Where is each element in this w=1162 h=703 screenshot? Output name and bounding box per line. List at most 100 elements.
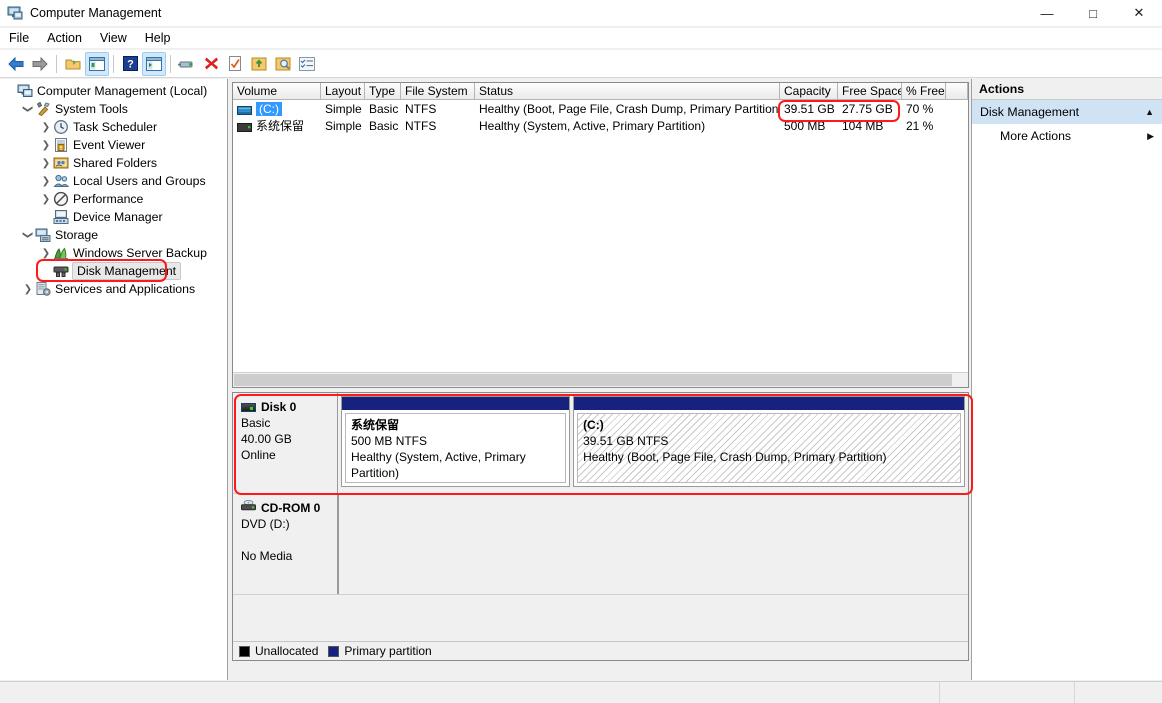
volume-list: Volume Layout Type File System Status Capacit… (232, 82, 969, 388)
legend-unallocated: Unallocated (239, 644, 318, 658)
column-header-volume[interactable]: Volume (233, 83, 321, 99)
legend-primary-label: Primary partition (344, 644, 432, 658)
partition-c[interactable]: (C:) 39.51 GB NTFS Healthy (Boot, Page F… (573, 396, 965, 487)
cell-type: Basic (369, 101, 399, 116)
back-icon[interactable] (4, 52, 28, 76)
delete-icon[interactable] (199, 52, 223, 76)
disk0-title-row: Disk 0 (241, 399, 329, 415)
tree-item-local-users-and-groups[interactable]: ❯ Local Users and Groups (0, 172, 227, 190)
title-bar: Computer Management — □ ✕ (0, 0, 1162, 26)
toolbar: ? (0, 50, 1162, 78)
cdrom0-info[interactable]: CD-ROM 0 DVD (D:) No Media (233, 494, 338, 594)
toolbar-separator (56, 54, 57, 73)
legend-primary-swatch (328, 645, 340, 657)
menu-help[interactable]: Help (136, 29, 180, 47)
cdrom0-empty-area (338, 494, 968, 594)
tree-item-event-viewer[interactable]: ❯ Event Viewer (0, 136, 227, 154)
disk-row-0[interactable]: Disk 0 Basic 40.00 GB Online 系统保留 500 MB… (233, 393, 968, 494)
partition-system-reserved-status: Healthy (System, Active, Primary Partiti… (351, 450, 526, 480)
legend-unallocated-label: Unallocated (255, 644, 319, 658)
properties-icon[interactable] (175, 52, 199, 76)
tree-item-windows-server-backup[interactable]: ❯ Windows Server Backup (0, 244, 227, 262)
chevron-right-icon[interactable]: ❯ (39, 154, 53, 172)
menu-file[interactable]: File (0, 29, 38, 47)
submenu-right-icon[interactable]: ▶ (1147, 131, 1154, 142)
cell-free-space: 27.75 GB (842, 101, 893, 116)
tree-item-label: Event Viewer (73, 138, 146, 152)
export-list-icon[interactable] (247, 52, 271, 76)
action-more-actions[interactable]: More Actions ▶ (972, 124, 1162, 148)
column-header-type[interactable]: Type (365, 83, 401, 99)
computer-icon (17, 83, 33, 99)
column-header-free[interactable]: % Free (902, 83, 946, 99)
column-header-layout[interactable]: Layout (321, 83, 365, 99)
tree-item-storage[interactable]: ❯ Storage (0, 226, 227, 244)
tree-item-disk-management[interactable]: Disk Management (0, 262, 227, 280)
tree-item-label: Performance (73, 192, 144, 206)
tree-item-task-scheduler[interactable]: ❯ Task Scheduler (0, 118, 227, 136)
cdrom-icon (241, 499, 256, 516)
column-header-capacity[interactable]: Capacity (780, 83, 838, 99)
collapse-up-icon[interactable]: ▲ (1145, 107, 1154, 117)
cell-status: Healthy (Boot, Page File, Crash Dump, Pr… (479, 101, 780, 116)
partition-header-bar (342, 397, 570, 410)
cdrom-row-0[interactable]: CD-ROM 0 DVD (D:) No Media (233, 494, 968, 595)
column-header-status[interactable]: Status (475, 83, 780, 99)
hscrollbar-thumb[interactable] (234, 374, 952, 386)
disk0-name: Disk 0 (261, 400, 297, 414)
list-view-icon[interactable] (295, 52, 319, 76)
partition-c-status: Healthy (Boot, Page File, Crash Dump, Pr… (583, 450, 887, 464)
action-disk-management[interactable]: Disk Management ▲ (972, 100, 1162, 124)
chevron-right-icon[interactable]: ❯ (39, 172, 53, 190)
menu-action[interactable]: Action (38, 29, 91, 47)
show-hide-action-pane-icon[interactable] (142, 51, 166, 76)
event-viewer-icon (53, 137, 69, 153)
partition-c-body: (C:) 39.51 GB NTFS Healthy (Boot, Page F… (577, 413, 961, 483)
disk0-size: 40.00 GB (241, 432, 292, 446)
tree-item-performance[interactable]: ❯ Performance (0, 190, 227, 208)
volume-list-hscrollbar[interactable] (233, 372, 968, 387)
cell-percent-free: 21 % (906, 118, 934, 133)
system-tools-icon (35, 101, 51, 117)
status-segment-2 (940, 682, 1075, 703)
tree-item-shared-folders[interactable]: ❯ Shared Folders (0, 154, 227, 172)
check-task-icon[interactable] (223, 52, 247, 76)
tree-item-services-and-applications[interactable]: ❯ Services and Applications (0, 280, 227, 298)
partition-system-reserved[interactable]: 系统保留 500 MB NTFS Healthy (System, Active… (341, 396, 571, 487)
cdrom0-media: No Media (241, 549, 293, 563)
cell-volume: 系统保留 (233, 117, 321, 134)
maximize-button[interactable]: □ (1070, 0, 1116, 26)
tree-item-device-manager[interactable]: Device Manager (0, 208, 227, 226)
window-controls: — □ ✕ (1024, 0, 1162, 26)
help-icon[interactable]: ? (118, 52, 142, 76)
disk0-info[interactable]: Disk 0 Basic 40.00 GB Online (233, 393, 338, 493)
up-folder-icon[interactable] (61, 52, 85, 76)
column-header-file-system[interactable]: File System (401, 83, 475, 99)
disk0-type: Basic (241, 416, 271, 430)
chevron-right-icon[interactable]: ❯ (21, 280, 35, 298)
disk0-partitions: 系统保留 500 MB NTFS Healthy (System, Active… (338, 393, 968, 493)
forward-icon[interactable] (28, 52, 52, 76)
close-button[interactable]: ✕ (1116, 0, 1162, 26)
minimize-button[interactable]: — (1024, 0, 1070, 26)
tree-item-label: Computer Management (Local) (37, 84, 208, 98)
tree-item-system-tools[interactable]: ❯ System Tools (0, 100, 227, 118)
column-header-free-space[interactable]: Free Space (838, 83, 902, 99)
rescan-disks-icon[interactable] (271, 52, 295, 76)
volume-row[interactable]: (C:) Simple Basic NTFS Healthy (Boot, Page F… (233, 100, 968, 117)
partition-system-reserved-size: 500 MB NTFS (351, 434, 428, 448)
menu-view[interactable]: View (91, 29, 136, 47)
cell-status: Healthy (System, Active, Primary Partiti… (479, 118, 706, 133)
volume-row[interactable]: 系统保留 Simple Basic NTFS Healthy (System, Acti… (233, 117, 968, 134)
chevron-right-icon[interactable]: ❯ (39, 244, 53, 262)
disk-icon (241, 402, 256, 412)
cdrom0-name: CD-ROM 0 (261, 501, 321, 515)
chevron-right-icon[interactable]: ❯ (39, 136, 53, 154)
tree-item-label: Task Scheduler (73, 120, 158, 134)
show-hide-console-tree-icon[interactable] (85, 51, 109, 76)
tree-item-computer-management-local[interactable]: Computer Management (Local) (0, 82, 227, 100)
partition-system-reserved-body: 系统保留 500 MB NTFS Healthy (System, Active… (345, 413, 567, 483)
tree-item-label: Disk Management (71, 262, 182, 280)
chevron-right-icon[interactable]: ❯ (39, 190, 53, 208)
chevron-right-icon[interactable]: ❯ (39, 118, 53, 136)
